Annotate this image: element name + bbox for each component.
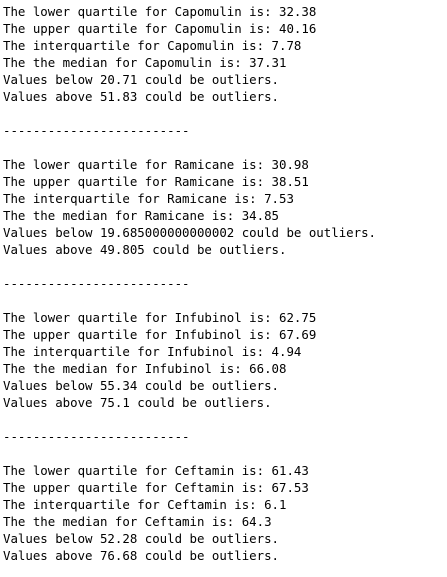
separator-line: ------------------------- (3, 276, 190, 291)
output-line: The lower quartile for Ceftamin is: 61.4… (3, 463, 309, 478)
output-line: Values below 20.71 could be outliers. (3, 72, 280, 87)
output-line: Values below 19.685000000000002 could be… (3, 225, 376, 240)
output-line: The interquartile for Ramicane is: 7.53 (3, 191, 294, 206)
output-line: The upper quartile for Infubinol is: 67.… (3, 327, 317, 342)
output-line: Values below 55.34 could be outliers. (3, 378, 280, 393)
output-line: The upper quartile for Ramicane is: 38.5… (3, 174, 309, 189)
output-line: The lower quartile for Infubinol is: 62.… (3, 310, 317, 325)
output-block-ramicane: The lower quartile for Ramicane is: 30.9… (3, 156, 447, 258)
output-block-ceftamin: The lower quartile for Ceftamin is: 61.4… (3, 462, 447, 564)
output-line: The the median for Ceftamin is: 64.3 (3, 514, 272, 529)
output-line: Values below 52.28 could be outliers. (3, 531, 280, 546)
separator-line: ------------------------- (3, 123, 190, 138)
console-output: The lower quartile for Capomulin is: 32.… (0, 0, 447, 577)
output-line: The interquartile for Capomulin is: 7.78 (3, 38, 302, 53)
output-line: The the median for Capomulin is: 37.31 (3, 55, 287, 70)
output-line: Values above 76.68 could be outliers. (3, 548, 280, 563)
output-line: The lower quartile for Capomulin is: 32.… (3, 4, 317, 19)
output-line: The lower quartile for Ramicane is: 30.9… (3, 157, 309, 172)
output-line: The the median for Ramicane is: 34.85 (3, 208, 280, 223)
output-line: The the median for Infubinol is: 66.08 (3, 361, 287, 376)
output-block-capomulin: The lower quartile for Capomulin is: 32.… (3, 3, 447, 105)
output-line: The interquartile for Ceftamin is: 6.1 (3, 497, 287, 512)
output-line: The upper quartile for Ceftamin is: 67.5… (3, 480, 309, 495)
output-block-infubinol: The lower quartile for Infubinol is: 62.… (3, 309, 447, 411)
separator-line: ------------------------- (3, 429, 190, 444)
output-line: Values above 75.1 could be outliers. (3, 395, 272, 410)
output-line: The upper quartile for Capomulin is: 40.… (3, 21, 317, 36)
output-line: The interquartile for Infubinol is: 4.94 (3, 344, 302, 359)
output-line: Values above 49.805 could be outliers. (3, 242, 287, 257)
output-line: Values above 51.83 could be outliers. (3, 89, 280, 104)
